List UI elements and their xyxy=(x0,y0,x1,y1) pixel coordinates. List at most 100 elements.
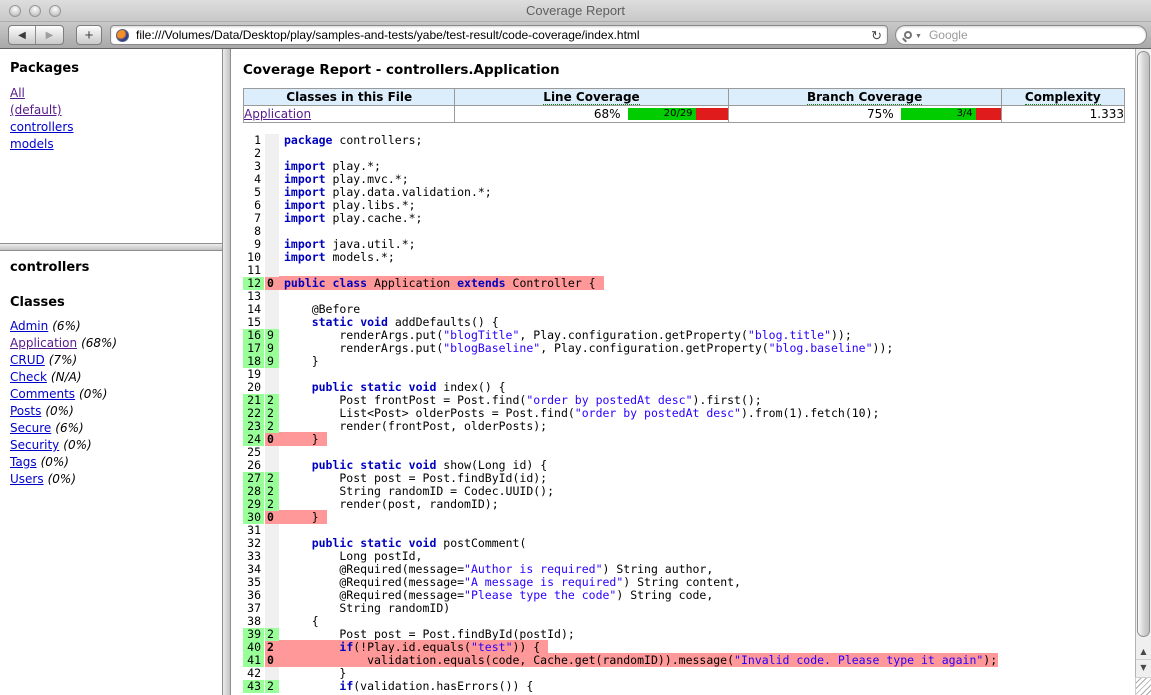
nav-buttons: ◀ ▶ xyxy=(8,25,64,45)
source-line: 189 } xyxy=(243,355,1135,368)
report-frame: Coverage Report - controllers.Applicatio… xyxy=(231,49,1135,695)
line-coverage-cell: 68% 20/29 xyxy=(455,106,728,123)
hit-count: 9 xyxy=(265,355,279,368)
header-classes-in-file: Classes in this File xyxy=(244,89,455,106)
class-row: Security(0%) xyxy=(10,437,222,454)
source-line: 37 String randomID) xyxy=(243,602,1135,615)
source-line: 1package controllers; xyxy=(243,134,1135,147)
window-title: Coverage Report xyxy=(0,3,1151,18)
class-link-users[interactable]: Users xyxy=(10,472,44,486)
search-options-caret-icon[interactable]: ▼ xyxy=(915,33,922,40)
scroll-up-arrow-icon[interactable]: ▲ xyxy=(1136,644,1151,660)
package-name-title: controllers xyxy=(10,260,222,275)
classes-list: Admin(6%)Application(68%)CRUD(7%)Check(N… xyxy=(10,318,222,488)
hit-count xyxy=(265,173,279,186)
search-icon xyxy=(904,31,912,39)
package-link-controllers[interactable]: controllers xyxy=(10,120,74,134)
class-coverage-pct: (0%) xyxy=(48,472,76,486)
source-line: 292 render(post, randomID); xyxy=(243,498,1135,511)
search-input[interactable] xyxy=(927,27,1138,43)
package-link-all[interactable]: All xyxy=(10,86,25,100)
vertical-frame-splitter[interactable] xyxy=(222,49,231,695)
class-row: Comments (0%) xyxy=(10,386,222,403)
hit-count xyxy=(265,303,279,316)
class-link-tags[interactable]: Tags xyxy=(10,455,37,469)
branch-coverage-bar: 3/4 xyxy=(901,108,1001,120)
source-listing: 1package controllers;23import play.*;4im… xyxy=(243,134,1135,693)
hit-count xyxy=(265,563,279,576)
class-coverage-pct: (6%) xyxy=(52,319,80,333)
vertical-scrollbar[interactable] xyxy=(1135,49,1151,677)
address-bar[interactable]: ↻ xyxy=(110,25,888,45)
hit-count xyxy=(265,147,279,160)
source-line: 240 } xyxy=(243,433,1135,446)
code-text: renderArgs.put("blogBaseline", Play.conf… xyxy=(279,342,893,355)
package-link-models[interactable]: models xyxy=(10,137,54,151)
forward-button[interactable]: ▶ xyxy=(36,26,63,44)
hit-count xyxy=(265,212,279,225)
class-link-admin[interactable]: Admin xyxy=(10,319,48,333)
class-link-crud[interactable]: CRUD xyxy=(10,353,45,367)
line-number: 43 xyxy=(243,680,264,693)
browser-toolbar: ◀ ▶ + ↻ ▼ xyxy=(0,22,1151,49)
class-row: Check (N/A) xyxy=(10,369,222,386)
packages-list: All (default) controllers models xyxy=(10,85,222,153)
class-coverage-pct: (68%) xyxy=(81,336,117,350)
url-input[interactable] xyxy=(134,27,871,43)
line-coverage-bar-covered: 20/29 xyxy=(628,108,696,120)
package-row: controllers xyxy=(10,119,222,136)
hit-count: 0 xyxy=(265,511,279,524)
hit-count xyxy=(265,602,279,615)
hit-count: 2 xyxy=(265,680,279,693)
package-row: All xyxy=(10,85,222,102)
package-row: (default) xyxy=(10,102,222,119)
frameset: Packages All(default)controllersmodels c… xyxy=(0,49,1151,695)
branch-coverage-cell: 75% 3/4 xyxy=(728,106,1001,123)
class-link-posts[interactable]: Posts xyxy=(10,404,41,418)
header-branch-coverage: Branch Coverage xyxy=(728,89,1001,106)
horizontal-frame-splitter[interactable] xyxy=(0,243,222,251)
line-coverage-bar-uncovered xyxy=(696,108,728,120)
hit-count xyxy=(265,550,279,563)
package-row: models xyxy=(10,136,222,153)
reload-icon[interactable]: ↻ xyxy=(871,29,882,42)
table-row: Application 68% 20/29 75% 3/4 xyxy=(244,106,1125,123)
class-link-secure[interactable]: Secure xyxy=(10,421,51,435)
class-coverage-pct: (0%) xyxy=(79,387,107,401)
line-coverage-bar: 20/29 xyxy=(628,108,728,120)
source-line: 13 xyxy=(243,290,1135,303)
hit-count: 0 xyxy=(265,277,279,290)
class-coverage-pct: (N/A) xyxy=(51,370,82,384)
package-link-default[interactable]: (default) xyxy=(10,103,62,117)
class-link-comments[interactable]: Comments xyxy=(10,387,75,401)
page-favicon-icon xyxy=(116,29,129,42)
scrollbar-thumb[interactable] xyxy=(1137,51,1150,637)
source-line: 232 render(frontPost, olderPosts); xyxy=(243,420,1135,433)
class-coverage-pct: (6%) xyxy=(55,421,83,435)
code-text: } xyxy=(279,355,319,368)
window-resize-grip[interactable] xyxy=(1135,677,1151,695)
class-link-application[interactable]: Application xyxy=(10,336,77,350)
complexity-value: 1.333 xyxy=(1001,106,1124,123)
source-line: 10import models.*; xyxy=(243,251,1135,264)
class-link-security[interactable]: Security xyxy=(10,438,59,452)
new-tab-button[interactable]: + xyxy=(76,25,102,45)
table-header-row: Classes in this File Line Coverage Branc… xyxy=(244,89,1125,106)
classes-frame: controllers Classes Admin(6%)Application… xyxy=(0,251,222,695)
class-link-check[interactable]: Check xyxy=(10,370,47,384)
hit-count xyxy=(265,251,279,264)
hit-count xyxy=(265,576,279,589)
coverage-summary-table: Classes in this File Line Coverage Branc… xyxy=(243,88,1125,123)
hit-count xyxy=(265,160,279,173)
hit-count xyxy=(265,537,279,550)
line-coverage-pct: 68% xyxy=(594,107,621,121)
page-title: Coverage Report - controllers.Applicatio… xyxy=(243,62,1135,78)
back-button[interactable]: ◀ xyxy=(9,26,36,44)
hit-count: 0 xyxy=(265,654,279,667)
hit-count xyxy=(265,368,279,381)
search-bar[interactable]: ▼ xyxy=(895,25,1147,45)
code-text: } xyxy=(279,511,327,524)
hit-count xyxy=(265,225,279,238)
class-link-application[interactable]: Application xyxy=(244,107,311,121)
scroll-down-arrow-icon[interactable]: ▼ xyxy=(1136,660,1151,676)
